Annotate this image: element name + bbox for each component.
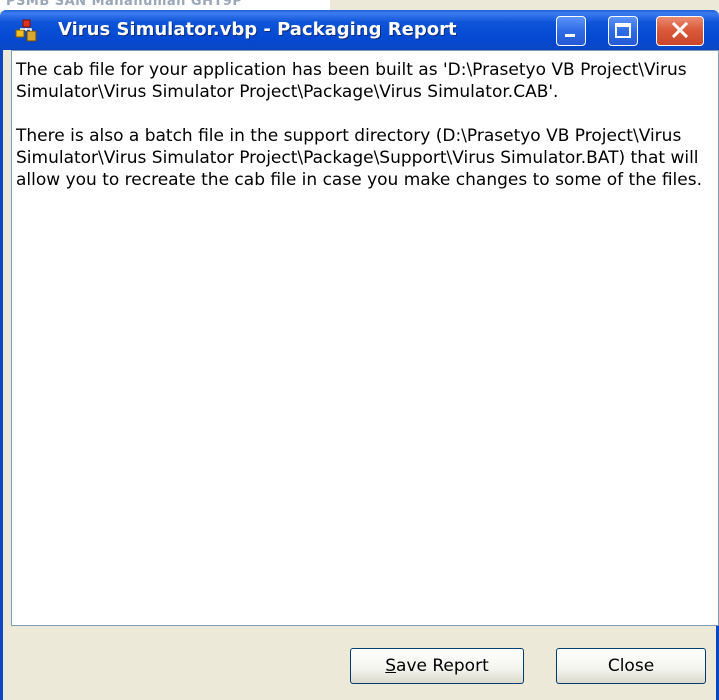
close-icon <box>671 21 689 39</box>
save-report-label: ave Report <box>396 656 489 676</box>
background-window-text: PSMB SAN Mahanuman GHT9P <box>6 0 243 9</box>
report-paragraph-2: There is also a batch file in the suppor… <box>16 126 704 190</box>
dialog-body: The cab file for your application has be… <box>0 50 719 700</box>
save-report-accelerator: S <box>385 656 397 676</box>
package-box-icon <box>15 19 37 42</box>
maximize-icon <box>615 23 631 38</box>
report-text-area[interactable]: The cab file for your application has be… <box>11 50 719 626</box>
window-title: Virus Simulator.vbp - Packaging Report <box>58 19 457 40</box>
packaging-report-window: PSMB SAN Mahanuman GHT9P Virus Simulator… <box>0 0 719 700</box>
save-report-button[interactable]: Save Report <box>350 648 524 684</box>
report-paragraph-1: The cab file for your application has be… <box>16 60 692 102</box>
close-window-button[interactable] <box>656 16 704 46</box>
minimize-icon <box>565 34 575 37</box>
minimize-button[interactable] <box>556 16 586 46</box>
close-button[interactable]: Close <box>556 648 706 684</box>
maximize-button[interactable] <box>608 16 638 46</box>
title-bar[interactable]: Virus Simulator.vbp - Packaging Report <box>0 10 719 50</box>
